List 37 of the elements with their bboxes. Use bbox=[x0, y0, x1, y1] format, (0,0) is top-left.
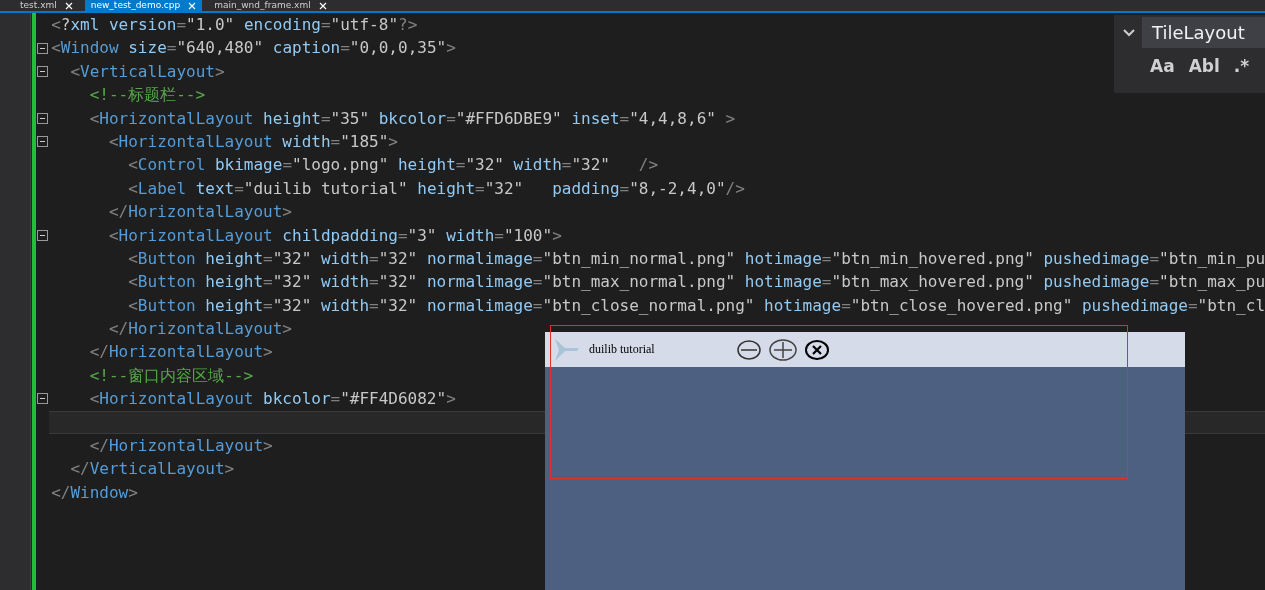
find-option[interactable]: .* bbox=[1233, 56, 1250, 76]
find-option[interactable]: Aa bbox=[1150, 56, 1175, 76]
code-line: </HorizontalLayout> bbox=[88, 341, 273, 364]
file-tab[interactable]: new_test_demo.cpp bbox=[84, 0, 203, 11]
plane-icon bbox=[553, 336, 581, 363]
code-line: </VerticalLayout> bbox=[69, 458, 235, 481]
collapse-icon[interactable] bbox=[37, 136, 49, 148]
search-field[interactable]: TileLayout bbox=[1142, 17, 1265, 48]
code-line: <Button height="32" width="32" normalimage="btn_min_normal.png" hotimage="btn_min_hovered.png" pushedimage="btn_min_pu bbox=[127, 247, 1265, 270]
collapse-icon[interactable] bbox=[37, 393, 49, 405]
code-line: <HorizontalLayout bkcolor="#FF4D6082"> bbox=[88, 388, 456, 411]
collapse-icon[interactable] bbox=[37, 65, 49, 77]
code-line: <Control bkimage="logo.png" height="32" width="32" /> bbox=[127, 154, 659, 177]
code-line: </HorizontalLayout> bbox=[88, 435, 273, 458]
collapse-icon[interactable] bbox=[37, 112, 49, 124]
window-title: duilib tutorial bbox=[589, 342, 656, 357]
code-line: <HorizontalLayout width="185"> bbox=[107, 130, 398, 153]
collapse-icon[interactable] bbox=[37, 229, 49, 241]
minimize-icon[interactable] bbox=[737, 338, 761, 361]
code-line: <Button height="32" width="32" normalimage="btn_close_normal.png" hotimage="btn_close_hovered.png" pushedimage="btn_cl bbox=[127, 294, 1265, 317]
maximize-icon[interactable] bbox=[769, 338, 797, 361]
code-line: <?xml version="1.0" encoding="utf-8"?> bbox=[51, 14, 418, 36]
collapse-icon[interactable] bbox=[37, 42, 49, 54]
code-line: <!--窗口内容区域--> bbox=[88, 364, 254, 387]
code-line: </HorizontalLayout> bbox=[107, 318, 292, 341]
code-line: <Label text="duilib tutorial" height="32" padding="8,-2,4,0"/> bbox=[127, 177, 745, 200]
chevron-icon[interactable] bbox=[1122, 27, 1136, 38]
code-line: <HorizontalLayout height="35" bkcolor="#FFD6DBE9" inset="4,4,8,6" > bbox=[88, 107, 736, 130]
code-line: <!--标题栏--> bbox=[88, 84, 206, 107]
find-option[interactable]: Abl bbox=[1188, 56, 1220, 76]
code-line: <VerticalLayout> bbox=[69, 60, 225, 83]
code-line: </HorizontalLayout> bbox=[107, 201, 292, 224]
close-icon[interactable] bbox=[805, 338, 829, 361]
code-line: </Window> bbox=[51, 481, 138, 504]
code-line: <HorizontalLayout childpadding="3" width="100"> bbox=[107, 224, 562, 247]
code-line: <Button height="32" width="32" normalimage="btn_max_normal.png" hotimage="btn_max_hovered.png" pushedimage="btn_max_pu bbox=[127, 271, 1265, 294]
code-line: <Window size="640,480" caption="0,0,0,35"> bbox=[51, 37, 456, 60]
